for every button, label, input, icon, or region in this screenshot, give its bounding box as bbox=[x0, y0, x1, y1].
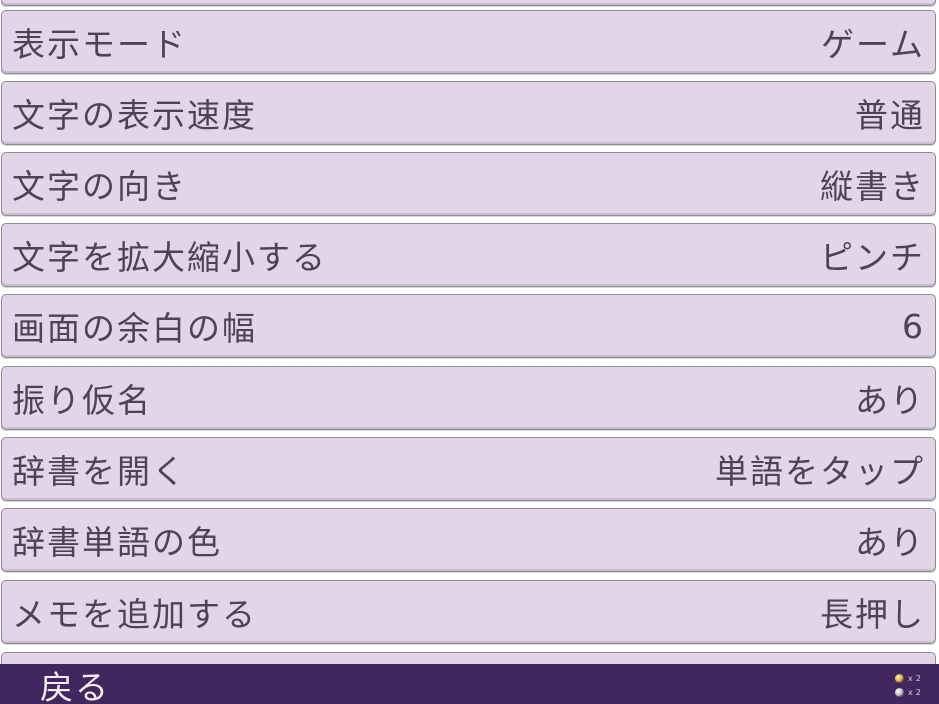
gold-coin-counter: x 2 bbox=[895, 671, 929, 685]
setting-label: 文字の向き bbox=[12, 167, 187, 206]
setting-label: 表示モード bbox=[12, 25, 187, 64]
setting-value: ピンチ bbox=[820, 238, 925, 277]
setting-value: 6 bbox=[902, 306, 925, 346]
bottom-bar: 戻る x 2 x 2 bbox=[0, 664, 939, 704]
counter-multiplier: x bbox=[908, 673, 913, 683]
settings-row-partial-bottom[interactable] bbox=[1, 652, 936, 664]
setting-label: 辞書を開く bbox=[12, 452, 187, 491]
counter-value: 2 bbox=[915, 673, 921, 683]
settings-row-add-memo[interactable]: メモを追加する 長押し bbox=[1, 580, 936, 644]
setting-label: 辞書単語の色 bbox=[12, 523, 222, 562]
setting-label: メモを追加する bbox=[12, 595, 257, 634]
silver-coin-counter: x 2 bbox=[895, 685, 929, 699]
silver-coin-icon bbox=[895, 687, 904, 697]
settings-row-dictionary-word-color[interactable]: 辞書単語の色 あり bbox=[1, 508, 936, 572]
item-counters: x 2 x 2 bbox=[895, 671, 929, 701]
settings-row-partial-top[interactable] bbox=[1, 0, 936, 6]
settings-row-open-dictionary[interactable]: 辞書を開く 単語をタップ bbox=[1, 437, 936, 501]
setting-value: 長押し bbox=[820, 595, 925, 634]
setting-label: 振り仮名 bbox=[12, 381, 152, 420]
counter-value: 2 bbox=[915, 687, 921, 697]
settings-row-text-direction[interactable]: 文字の向き 縦書き bbox=[1, 152, 936, 216]
setting-label: 文字の表示速度 bbox=[12, 96, 257, 135]
settings-row-text-speed[interactable]: 文字の表示速度 普通 bbox=[1, 81, 936, 145]
setting-label: 画面の余白の幅 bbox=[12, 309, 257, 348]
setting-label: 文字を拡大縮小する bbox=[12, 238, 327, 277]
settings-row-display-mode[interactable]: 表示モード ゲーム bbox=[1, 10, 936, 74]
back-button[interactable]: 戻る bbox=[40, 666, 110, 704]
setting-value: ゲーム bbox=[820, 25, 925, 64]
setting-value: あり bbox=[855, 523, 925, 562]
settings-screen: 表示モード ゲーム 文字の表示速度 普通 文字の向き 縦書き 文字を拡大縮小する… bbox=[0, 0, 939, 704]
settings-list[interactable]: 表示モード ゲーム 文字の表示速度 普通 文字の向き 縦書き 文字を拡大縮小する… bbox=[0, 0, 939, 664]
settings-row-margin-width[interactable]: 画面の余白の幅 6 bbox=[1, 294, 936, 358]
setting-value: 普通 bbox=[855, 96, 925, 135]
gold-coin-icon bbox=[895, 673, 904, 683]
counter-multiplier: x bbox=[908, 687, 913, 697]
setting-value: 単語をタップ bbox=[715, 452, 925, 491]
settings-row-furigana[interactable]: 振り仮名 あり bbox=[1, 366, 936, 430]
setting-value: あり bbox=[855, 381, 925, 420]
settings-row-text-zoom[interactable]: 文字を拡大縮小する ピンチ bbox=[1, 223, 936, 287]
setting-value: 縦書き bbox=[820, 167, 925, 206]
